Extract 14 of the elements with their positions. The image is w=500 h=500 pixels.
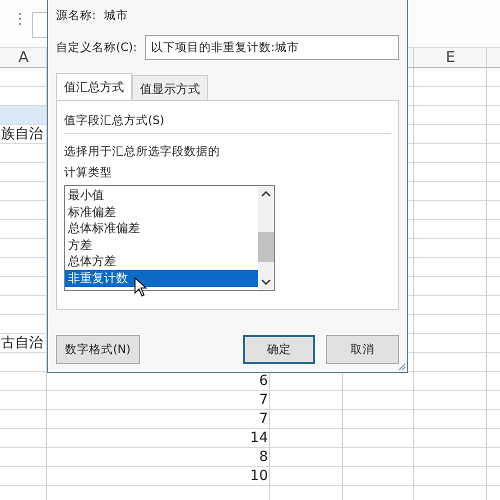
table-cell-text: 族自治 xyxy=(0,125,44,143)
description-text: 选择用于汇总所选字段数据的 xyxy=(64,144,221,159)
section-title: 值字段汇总方式(S) xyxy=(64,113,166,128)
table-cell-text: 6 xyxy=(258,372,269,390)
table-cell-text: 7 xyxy=(258,391,269,409)
source-label: 源名称: xyxy=(56,8,96,23)
list-label: 计算类型 xyxy=(64,165,113,180)
table-cell-text: 7 xyxy=(258,410,269,428)
table-cell-text: 古自治 xyxy=(0,334,44,352)
custom-name-label: 自定义名称(C): xyxy=(56,40,137,55)
table-cell-text: 10 xyxy=(249,467,269,485)
source-value: 城市 xyxy=(104,8,128,23)
table-cell-text: 8 xyxy=(258,448,269,466)
table-cell-text: 14 xyxy=(249,429,269,447)
